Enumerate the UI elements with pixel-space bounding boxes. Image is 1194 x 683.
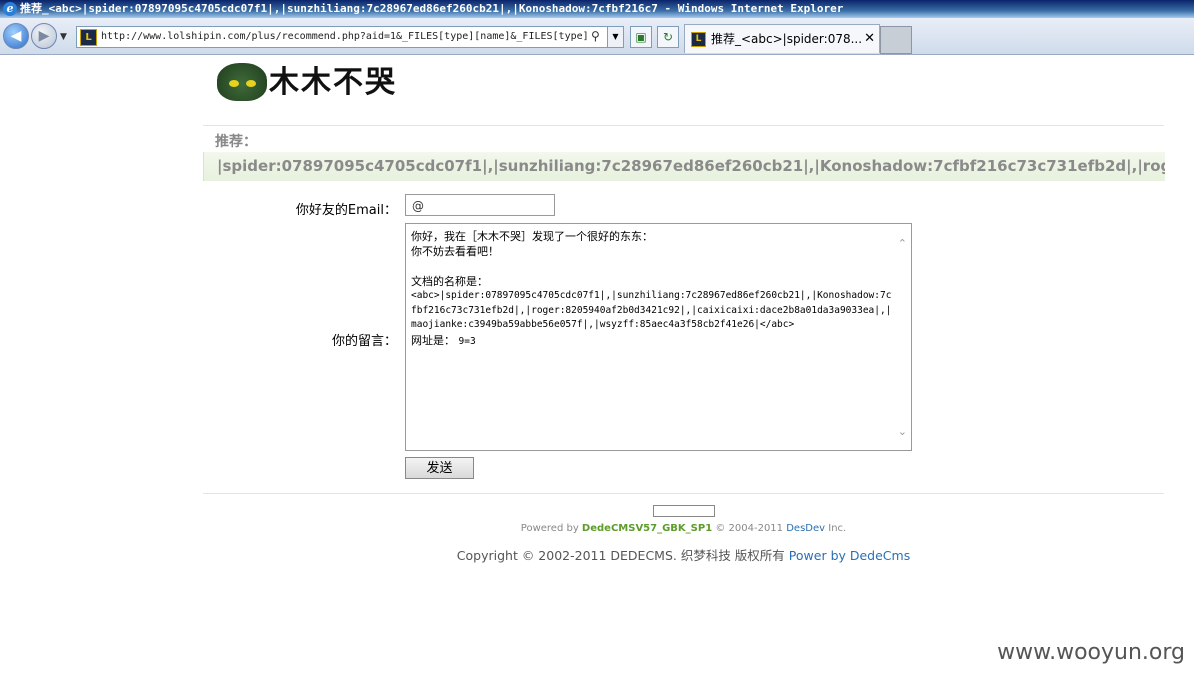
refresh-icon[interactable]: ↻ xyxy=(657,26,679,48)
address-dropdown-icon[interactable]: ▼ xyxy=(607,27,623,47)
address-bar[interactable]: L http://www.lolshipin.com/plus/recommen… xyxy=(76,26,624,48)
powered-product-link[interactable]: DedeCMSV57_GBK_SP1 xyxy=(582,523,712,534)
tab-close-icon[interactable]: ✕ xyxy=(864,25,875,53)
message-line: 你好，我在［木木不哭］发现了一个很好的东东： xyxy=(411,230,653,243)
back-button[interactable]: ◀ xyxy=(3,23,29,49)
ie-icon: e xyxy=(3,2,17,16)
compatibility-view-icon[interactable]: ▣ xyxy=(630,26,652,48)
forward-button[interactable]: ▶ xyxy=(31,23,57,49)
address-url[interactable]: http://www.lolshipin.com/plus/recommend.… xyxy=(101,27,589,47)
footer-empty-box xyxy=(653,505,715,517)
watermark: www.wooyun.org xyxy=(997,640,1185,665)
copyright-link[interactable]: Power by DedeCms xyxy=(789,548,910,563)
send-button[interactable]: 发送 xyxy=(405,457,474,479)
site-favicon-icon: L xyxy=(80,29,97,46)
email-label: 你好友的Email： xyxy=(295,203,397,218)
recommend-title-banner: |spider:07897095c4705cdc07f1|,|sunzhilia… xyxy=(203,152,1165,181)
email-field[interactable]: @ xyxy=(405,194,555,216)
logo-mask-icon xyxy=(217,63,267,101)
logo-text: 木木不哭 xyxy=(269,65,397,100)
scroll-down-icon[interactable]: ⌄ xyxy=(898,425,907,438)
message-url: 9=3 xyxy=(458,335,476,347)
powered-mid: © 2004-2011 xyxy=(712,523,787,534)
search-icon[interactable]: ⚲ xyxy=(591,29,600,43)
message-line: 你不妨去看看吧！ xyxy=(411,245,499,258)
copyright-text: Copyright © 2002-2011 DEDECMS. 织梦科技 版权所有 xyxy=(456,548,789,563)
message-url-line: 网址是： 9=3 xyxy=(411,333,893,350)
tab-favicon-icon: L xyxy=(691,32,706,47)
message-doc-name: <abc>|spider:07897095c4705cdc07f1|,|sunz… xyxy=(411,290,892,330)
window-titlebar: e 推荐_<abc>|spider:07897095c4705cdc07f1|,|… xyxy=(0,0,1194,18)
tab-label: 推荐_<abc>|spider:078... xyxy=(711,32,861,46)
recommend-title: |spider:07897095c4705cdc07f1|,|sunzhilia… xyxy=(217,157,1165,175)
copyright: Copyright © 2002-2011 DEDECMS. 织梦科技 版权所有… xyxy=(203,545,1164,564)
window-title: 推荐_<abc>|spider:07897095c4705cdc07f1|,|s… xyxy=(20,2,844,15)
history-dropdown-icon[interactable]: ▼ xyxy=(60,32,70,42)
recommend-label: 推荐： xyxy=(215,134,257,150)
message-label: 你的留言： xyxy=(331,334,397,349)
powered-suffix: Inc. xyxy=(825,523,847,534)
message-line: 文档的名称是： xyxy=(411,275,488,288)
message-url-label: 网址是： xyxy=(411,333,455,347)
powered-by: Powered by DedeCMSV57_GBK_SP1 © 2004-201… xyxy=(203,523,1164,534)
divider xyxy=(203,125,1164,126)
powered-company-link[interactable]: DesDev xyxy=(786,523,825,534)
new-tab-button[interactable] xyxy=(880,26,912,54)
browser-tab[interactable]: L 推荐_<abc>|spider:078... ✕ xyxy=(684,24,880,53)
divider xyxy=(203,493,1164,494)
powered-prefix: Powered by xyxy=(520,523,582,534)
message-textarea[interactable]: 你好，我在［木木不哭］发现了一个很好的东东： 你不妨去看看吧！ 文档的名称是： … xyxy=(405,223,912,451)
scroll-up-icon[interactable]: ⌃ xyxy=(898,237,907,250)
browser-toolbar: ◀ ▶ ▼ L http://www.lolshipin.com/plus/re… xyxy=(0,18,1194,55)
